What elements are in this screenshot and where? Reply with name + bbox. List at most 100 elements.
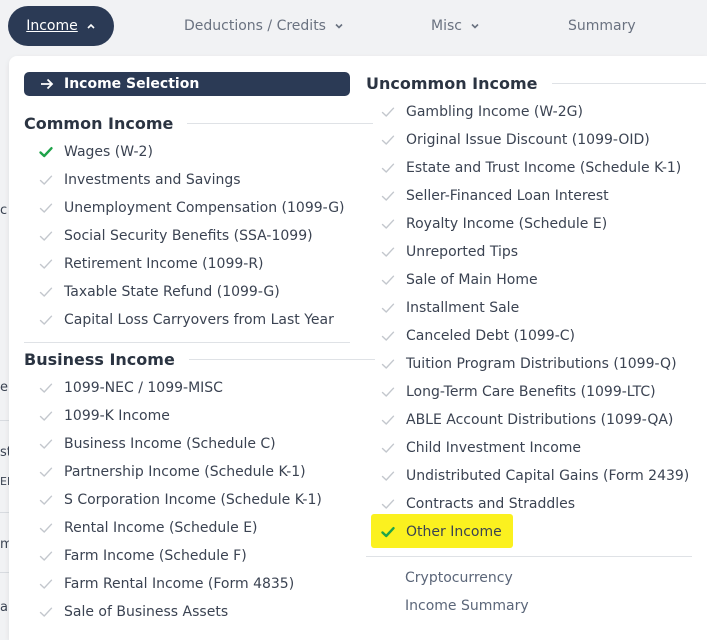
income-option-label: Social Security Benefits (SSA-1099) — [64, 228, 313, 244]
income-option-item[interactable]: Tuition Program Distributions (1099-Q) — [380, 350, 677, 378]
income-option-item[interactable]: Retirement Income (1099-R) — [38, 250, 264, 278]
uncommon-income-title: Uncommon Income — [366, 74, 538, 93]
checkmark-icon — [38, 408, 54, 424]
checkmark-icon — [38, 200, 54, 216]
nav-misc-tab[interactable]: Misc — [431, 18, 480, 34]
checkmark-icon — [380, 188, 396, 204]
income-option-label: Rental Income (Schedule E) — [64, 520, 258, 536]
checkmark-icon — [38, 436, 54, 452]
income-option-item[interactable]: ABLE Account Distributions (1099-QA) — [380, 406, 673, 434]
income-option-item[interactable]: Capital Loss Carryovers from Last Year — [38, 306, 334, 334]
checkmark-icon — [38, 380, 54, 396]
income-option-item[interactable]: S Corporation Income (Schedule K-1) — [38, 486, 322, 514]
checkmark-icon — [380, 468, 396, 484]
background-divider — [0, 512, 9, 513]
uncommon-income-heading: Uncommon Income — [366, 74, 706, 93]
checkmark-icon — [380, 356, 396, 372]
nav-summary-label: Summary — [568, 18, 636, 34]
income-option-label: Undistributed Capital Gains (Form 2439) — [406, 468, 690, 484]
income-option-label: Seller-Financed Loan Interest — [406, 188, 609, 204]
income-summary-link[interactable]: Income Summary — [405, 598, 529, 614]
income-option-item[interactable]: Child Investment Income — [380, 434, 581, 462]
top-nav: Income Deductions / Credits Misc Summary — [0, 0, 707, 54]
cryptocurrency-link[interactable]: Cryptocurrency — [405, 570, 513, 586]
income-option-label: Farm Income (Schedule F) — [64, 548, 247, 564]
income-option-item[interactable]: Farm Rental Income (Form 4835) — [38, 570, 294, 598]
income-option-item[interactable]: Sale of Business Assets — [38, 598, 228, 626]
income-option-label: Gambling Income (W-2G) — [406, 104, 583, 120]
income-selection-label: Income Selection — [64, 76, 200, 92]
income-option-label: Contracts and Straddles — [406, 496, 576, 512]
checkmark-icon — [380, 104, 396, 120]
income-option-item[interactable]: Unreported Tips — [380, 238, 518, 266]
income-option-label: Other Income — [406, 524, 502, 540]
checkmark-icon — [380, 384, 396, 400]
income-option-label: Wages (W-2) — [64, 144, 153, 160]
income-option-label: Partnership Income (Schedule K-1) — [64, 464, 306, 480]
common-income-title: Common Income — [24, 114, 174, 133]
income-option-label: Estate and Trust Income (Schedule K-1) — [406, 160, 682, 176]
nav-deductions-label: Deductions / Credits — [184, 18, 326, 34]
income-option-item[interactable]: Undistributed Capital Gains (Form 2439) — [380, 462, 689, 490]
nav-summary-tab[interactable]: Summary — [568, 18, 636, 34]
income-option-item[interactable]: Sale of Main Home — [380, 266, 538, 294]
chevron-down-icon — [471, 23, 479, 29]
income-option-label: Farm Rental Income (Form 4835) — [64, 576, 295, 592]
business-income-heading: Business Income — [24, 350, 375, 369]
income-option-item[interactable]: 1099-NEC / 1099-MISC — [38, 374, 223, 402]
checkmark-icon — [38, 604, 54, 620]
income-selection-button[interactable]: Income Selection — [24, 72, 350, 96]
nav-deductions-tab[interactable]: Deductions / Credits — [184, 18, 344, 34]
checkmark-icon — [380, 132, 396, 148]
checkmark-icon — [38, 520, 54, 536]
income-option-label: ABLE Account Distributions (1099-QA) — [406, 412, 674, 428]
income-option-item[interactable]: Contracts and Straddles — [380, 490, 575, 518]
income-option-label: Investments and Savings — [64, 172, 241, 188]
checkmark-icon — [38, 492, 54, 508]
income-option-item[interactable]: Business Income (Schedule C) — [38, 430, 276, 458]
income-option-label: Retirement Income (1099-R) — [64, 256, 264, 272]
income-option-item[interactable]: Other Income — [380, 518, 502, 546]
income-option-label: Business Income (Schedule C) — [64, 436, 276, 452]
checkmark-icon — [380, 412, 396, 428]
nav-income-tab[interactable]: Income — [8, 6, 114, 46]
checkmark-icon — [380, 272, 396, 288]
income-option-item[interactable]: Unemployment Compensation (1099-G) — [38, 194, 345, 222]
checkmark-icon — [380, 160, 396, 176]
income-option-label: Royalty Income (Schedule E) — [406, 216, 608, 232]
income-option-item[interactable]: 1099-K Income — [38, 402, 170, 430]
checkmark-icon — [38, 172, 54, 188]
income-option-label: Tuition Program Distributions (1099-Q) — [406, 356, 677, 372]
income-option-label: Capital Loss Carryovers from Last Year — [64, 312, 334, 328]
business-income-title: Business Income — [24, 350, 175, 369]
income-option-item[interactable]: Installment Sale — [380, 294, 519, 322]
income-option-item[interactable]: Partnership Income (Schedule K-1) — [38, 458, 306, 486]
income-option-item[interactable]: Taxable State Refund (1099-G) — [38, 278, 280, 306]
income-option-label: Sale of Main Home — [406, 272, 538, 288]
income-option-item[interactable]: Estate and Trust Income (Schedule K-1) — [380, 154, 681, 182]
chevron-up-icon — [87, 23, 95, 29]
income-option-item[interactable]: Investments and Savings — [38, 166, 241, 194]
income-option-item[interactable]: Wages (W-2) — [38, 138, 153, 166]
income-option-item[interactable]: Social Security Benefits (SSA-1099) — [38, 222, 313, 250]
background-divider — [0, 420, 9, 421]
section-rule — [188, 359, 375, 360]
checkmark-icon — [380, 244, 396, 260]
income-option-label: 1099-NEC / 1099-MISC — [64, 380, 223, 396]
checkmark-icon — [38, 284, 54, 300]
income-option-item[interactable]: Original Issue Discount (1099-OID) — [380, 126, 650, 154]
income-option-label: Installment Sale — [406, 300, 520, 316]
income-option-label: Long-Term Care Benefits (1099-LTC) — [406, 384, 656, 400]
section-divider — [24, 342, 350, 343]
income-option-label: 1099-K Income — [64, 408, 170, 424]
income-option-item[interactable]: Seller-Financed Loan Interest — [380, 182, 609, 210]
income-option-item[interactable]: Royalty Income (Schedule E) — [380, 210, 607, 238]
income-option-item[interactable]: Long-Term Care Benefits (1099-LTC) — [380, 378, 656, 406]
checkmark-icon — [38, 576, 54, 592]
income-option-item[interactable]: Gambling Income (W-2G) — [380, 98, 583, 126]
income-option-item[interactable]: Farm Income (Schedule F) — [38, 542, 247, 570]
income-option-item[interactable]: Rental Income (Schedule E) — [38, 514, 258, 542]
income-option-item[interactable]: Canceled Debt (1099-C) — [380, 322, 575, 350]
checkmark-icon — [380, 216, 396, 232]
section-divider — [366, 556, 692, 557]
